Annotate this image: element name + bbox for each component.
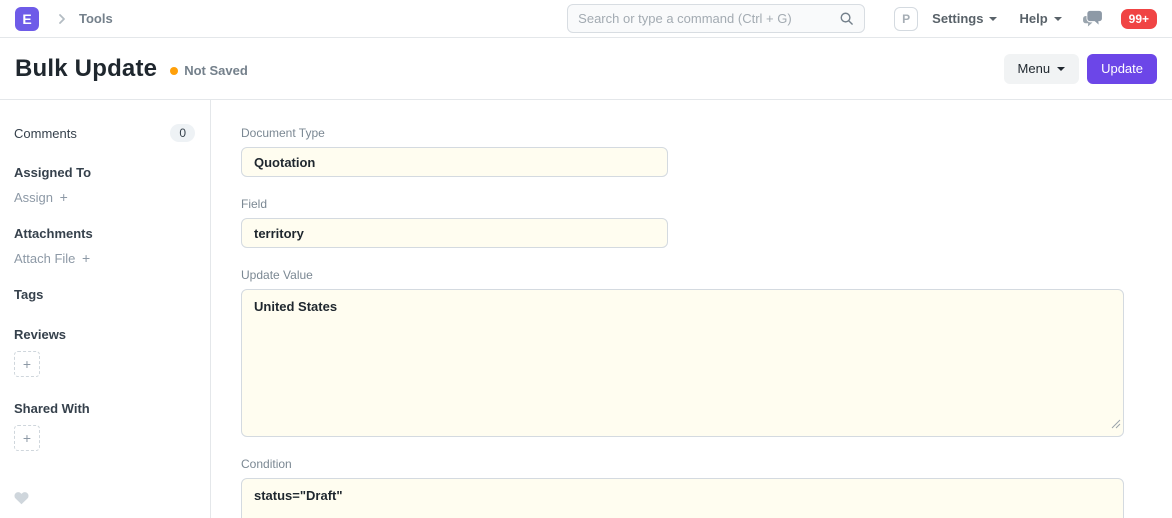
chat-icon[interactable] [1082,10,1103,28]
user-avatar[interactable]: P [894,7,918,31]
settings-menu[interactable]: Settings [932,11,997,26]
notification-badge[interactable]: 99+ [1121,9,1157,29]
comments-count-badge: 0 [170,124,195,142]
field-label: Field [241,197,1124,211]
plus-icon: + [60,189,68,205]
breadcrumb-tools[interactable]: Tools [79,11,113,26]
attachments-label: Attachments [14,226,195,241]
comments-label: Comments [14,126,77,141]
plus-icon: + [82,250,90,266]
assign-link[interactable]: Assign + [14,189,195,205]
add-review-button[interactable]: + [14,351,40,377]
menu-button[interactable]: Menu [1004,54,1080,84]
document-type-input[interactable] [241,147,668,177]
navbar: E Tools P Settings Help 99+ [0,0,1172,38]
page-head: Bulk Update Not Saved Menu Update [0,38,1172,100]
attach-file-label: Attach File [14,251,75,266]
shared-with-label: Shared With [14,401,195,416]
condition-textarea[interactable] [241,478,1124,518]
reviews-label: Reviews [14,327,195,342]
add-share-button[interactable]: + [14,425,40,451]
document-type-label: Document Type [241,126,1124,140]
form-sidebar: Comments 0 Assigned To Assign + Attachme… [0,100,211,518]
form-body: Document Type Field Update Value Conditi… [211,100,1172,518]
settings-label: Settings [932,11,983,26]
status-text: Not Saved [184,63,248,78]
app-logo[interactable]: E [15,7,39,31]
status-dot-icon [170,67,178,75]
assigned-to-label: Assigned To [14,165,195,180]
update-button[interactable]: Update [1087,54,1157,84]
search-icon[interactable] [839,11,854,26]
update-value-textarea[interactable] [241,289,1124,437]
status-indicator: Not Saved [170,63,248,78]
help-menu[interactable]: Help [1019,11,1061,26]
field-input[interactable] [241,218,668,248]
field-document-type: Document Type [241,126,1124,177]
help-label: Help [1019,11,1047,26]
menu-button-label: Menu [1018,61,1051,76]
chevron-right-icon [55,12,69,26]
chevron-down-icon [1054,17,1062,21]
page-title: Bulk Update [15,55,157,83]
resize-handle-icon[interactable] [1111,416,1121,434]
tags-label: Tags [14,287,195,302]
field-field: Field [241,197,1124,248]
attach-file-link[interactable]: Attach File + [14,250,195,266]
chevron-down-icon [1057,67,1065,71]
field-condition: Condition [241,457,1124,518]
chevron-down-icon [989,17,997,21]
assign-label: Assign [14,190,53,205]
update-value-label: Update Value [241,268,1124,282]
heart-icon[interactable] [14,492,29,510]
search-input[interactable] [578,11,839,26]
global-search [567,4,865,33]
field-update-value: Update Value [241,268,1124,437]
condition-label: Condition [241,457,1124,471]
